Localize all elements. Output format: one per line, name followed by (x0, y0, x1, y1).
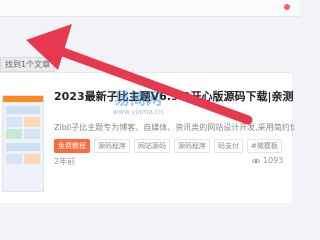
tag-micro-template[interactable]: #微模板 (247, 139, 282, 153)
post-views: 1093 (252, 156, 283, 165)
post-description: Zibll子比主题专为博客、自媒体、资讯类的网站设计开发,采用简约优雅 (54, 123, 294, 132)
post-tags: 免费教程 源码程序 网站源码 源码程序 码支付 #微模板 (54, 139, 300, 153)
tag-website-source[interactable]: 网站源码 (134, 139, 170, 153)
browser-toolbar (0, 0, 300, 17)
search-result-count: 找到1个文章 (0, 57, 56, 72)
tag-source-program[interactable]: 源码程序 (94, 139, 130, 153)
eye-icon (252, 158, 260, 163)
post-title[interactable]: 2023最新子比主题V6.9.2开心版源码下载|亲测可用 (54, 88, 294, 104)
tag-source-program-2[interactable]: 源码程序 (174, 139, 210, 153)
post-views-count: 1093 (263, 156, 284, 165)
tag-code-payment[interactable]: 码支付 (214, 139, 243, 153)
window-controls (284, 4, 290, 10)
post-thumbnail[interactable] (2, 95, 44, 192)
window-close-button[interactable] (284, 4, 290, 10)
tag-free-tutorial[interactable]: 免费教程 (54, 139, 90, 153)
post-date: 2年前 (54, 157, 76, 166)
